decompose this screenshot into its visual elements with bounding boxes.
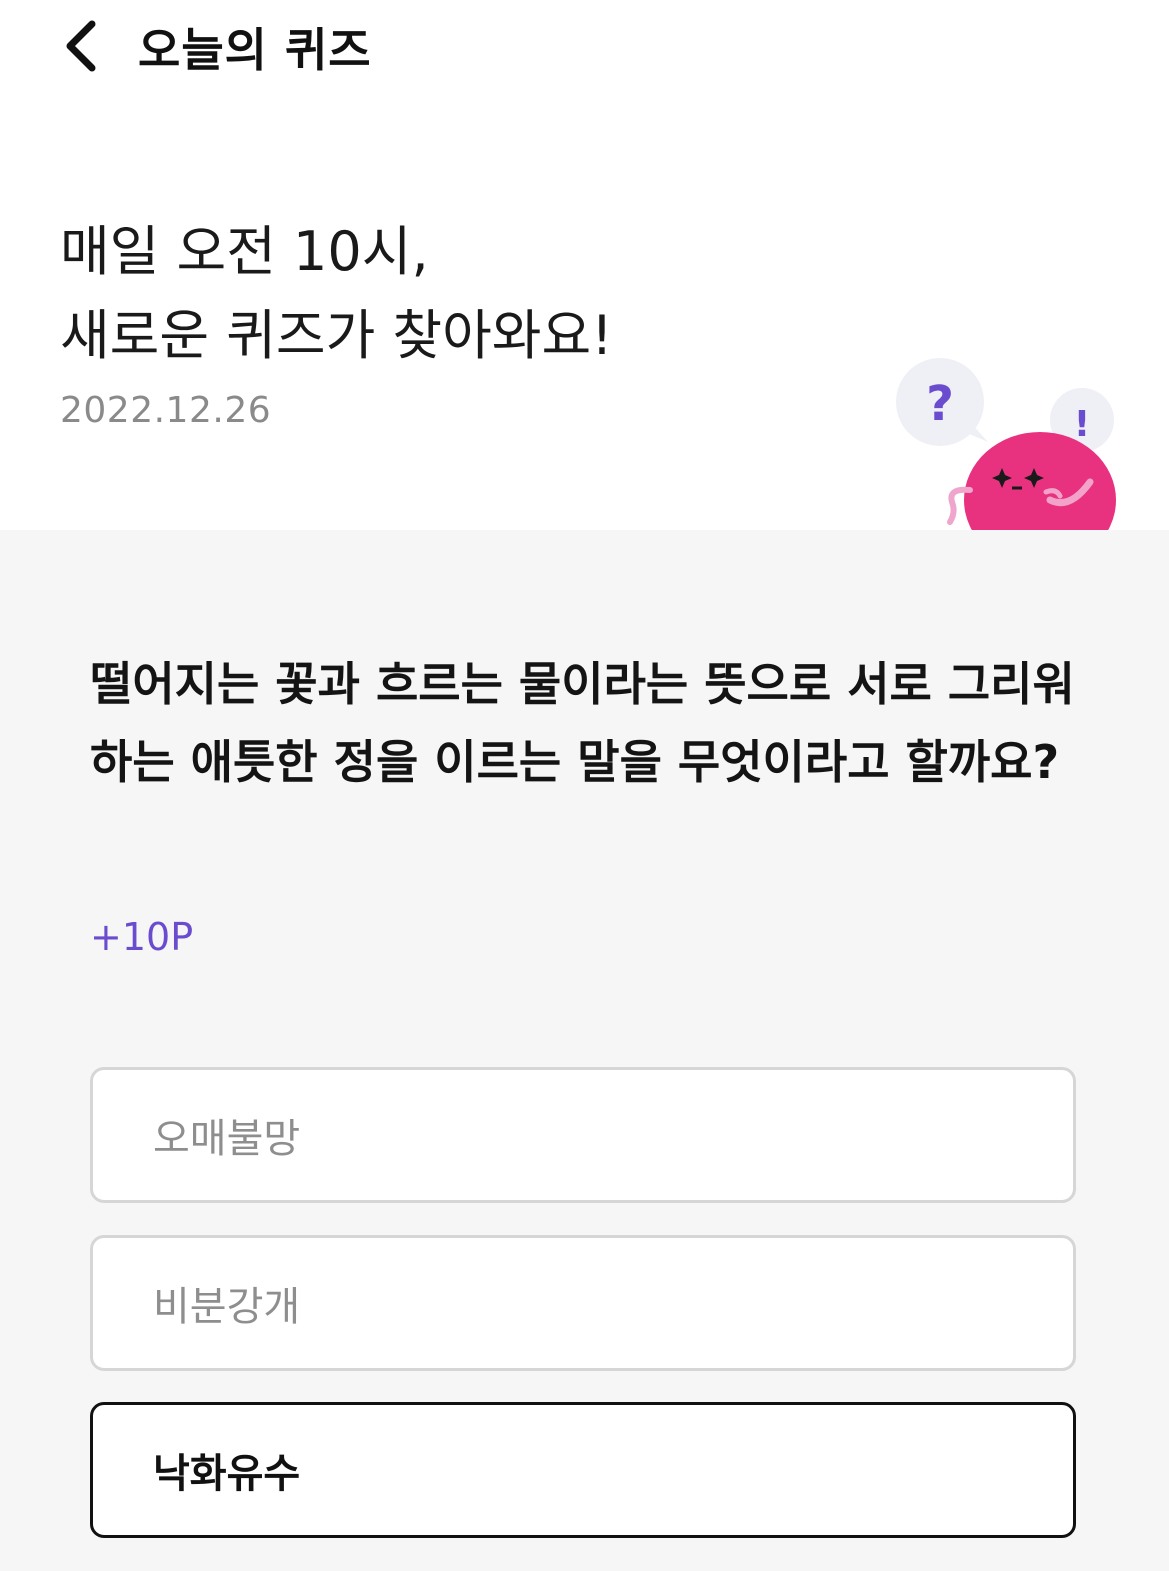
exclamation-mark-text: ! xyxy=(1074,404,1090,445)
chevron-left-icon xyxy=(66,20,96,72)
mascot-illustration: ? ! xyxy=(890,350,1130,568)
answer-option-1[interactable]: 오매불망 xyxy=(90,1067,1076,1203)
answer-option-label: 비분강개 xyxy=(153,1284,301,1330)
quiz-question: 떨어지는 꽃과 흐르는 물이라는 뜻으로 서로 그리워하는 애틋한 정을 이르는… xyxy=(90,657,1075,789)
answer-option-3[interactable]: 낙화유수 xyxy=(90,1402,1076,1538)
intro-line-2: 새로운 퀴즈가 찾아와요! xyxy=(60,304,613,367)
intro-section: 매일 오전 10시, 새로운 퀴즈가 찾아와요! 2022.12.26 xyxy=(60,210,880,431)
quiz-page: 오늘의 퀴즈 매일 오전 10시, 새로운 퀴즈가 찾아와요! 2022.12.… xyxy=(0,0,1169,1571)
top-bar: 오늘의 퀴즈 xyxy=(0,0,1169,100)
question-mark-text: ? xyxy=(926,376,954,432)
answer-option-2[interactable]: 비분강개 xyxy=(90,1235,1076,1371)
intro-line-1: 매일 오전 10시, xyxy=(60,220,429,283)
answer-option-label: 낙화유수 xyxy=(153,1451,301,1497)
page-title: 오늘의 퀴즈 xyxy=(138,23,372,77)
answer-option-label: 오매불망 xyxy=(153,1116,301,1162)
quiz-date: 2022.12.26 xyxy=(60,390,272,431)
quiz-area: 떨어지는 꽃과 흐르는 물이라는 뜻으로 서로 그리워하는 애틋한 정을 이르는… xyxy=(0,530,1169,1571)
points-reward: +10P xyxy=(90,915,194,959)
back-button[interactable] xyxy=(56,18,104,74)
